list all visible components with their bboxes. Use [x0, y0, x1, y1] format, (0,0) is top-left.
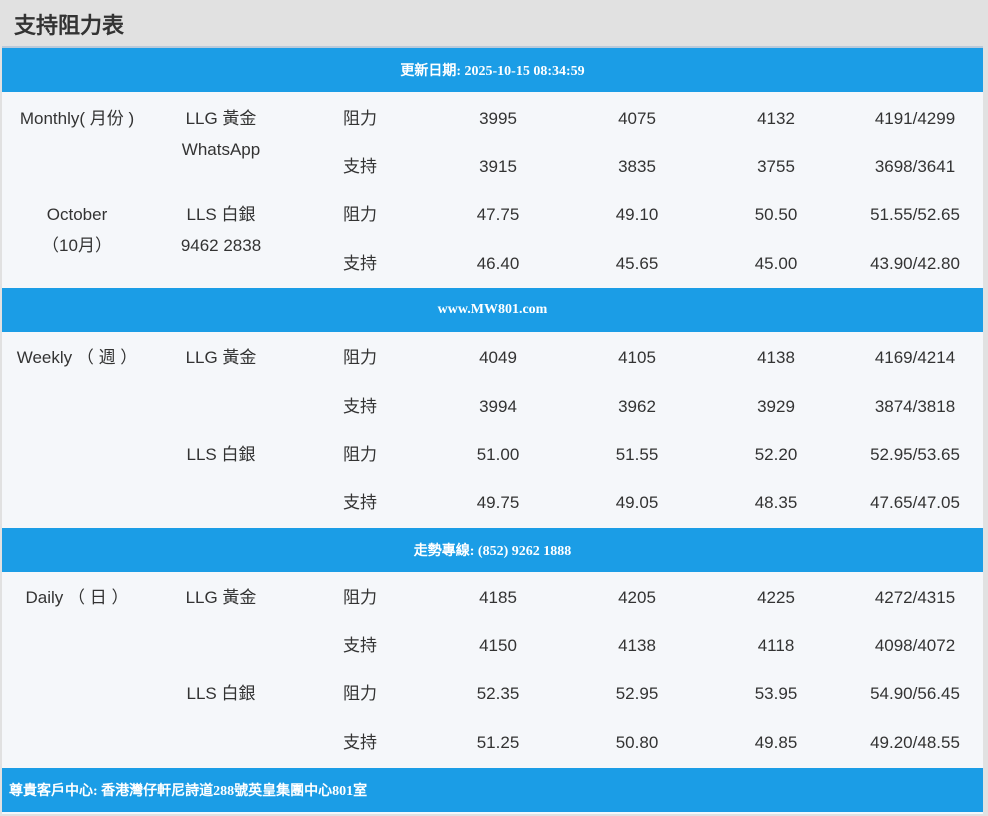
value-cell: 4185 — [479, 588, 517, 607]
level-type-resistance: 阻力 — [343, 348, 377, 367]
value-cell: 4225 — [757, 588, 795, 607]
value-cell: 50.50 — [754, 205, 798, 224]
instrument-silver: LLS 白銀 — [186, 445, 256, 464]
instrument-gold: LLG 黃金 — [185, 109, 257, 128]
page-title: 支持阻力表 — [14, 14, 125, 39]
level-type-support: 支持 — [343, 733, 377, 752]
instrument-silver: LLS 白銀 — [186, 684, 256, 703]
level-type-resistance: 阻力 — [343, 109, 377, 128]
level-type-resistance: 阻力 — [343, 205, 377, 224]
value-cell: 52.95 — [615, 684, 659, 703]
value-cell: 4105 — [618, 348, 656, 367]
value-cell: 4098/4072 — [874, 636, 956, 655]
value-cell: 54.90/56.45 — [870, 684, 960, 703]
whatsapp-label: WhatsApp — [181, 140, 261, 159]
value-cell: 4132 — [757, 109, 795, 128]
value-cell: 43.90/42.80 — [870, 254, 960, 273]
value-cell: 4049 — [479, 348, 517, 367]
update-date-bar: 更新日期: 2025-10-15 08:34:59 — [2, 48, 983, 92]
value-cell: 49.05 — [615, 493, 659, 512]
value-cell: 3698/3641 — [874, 157, 956, 176]
instrument-silver: LLS 白銀 — [186, 205, 256, 224]
value-cell: 3874/3818 — [874, 397, 956, 416]
value-cell: 51.55/52.65 — [870, 205, 960, 224]
level-type-support: 支持 — [343, 157, 377, 176]
value-cell: 47.75 — [476, 205, 520, 224]
value-cell: 49.20/48.55 — [870, 733, 960, 752]
value-cell: 3835 — [618, 157, 656, 176]
level-type-resistance: 阻力 — [343, 445, 377, 464]
value-cell: 49.10 — [615, 205, 659, 224]
value-cell: 51.00 — [476, 445, 520, 464]
value-cell: 48.35 — [754, 493, 798, 512]
level-type-support: 支持 — [343, 493, 377, 512]
period-label-october-cn: （10月） — [42, 236, 112, 255]
value-cell: 4138 — [618, 636, 656, 655]
value-cell: 4138 — [757, 348, 795, 367]
value-cell: 46.40 — [476, 254, 520, 273]
value-cell: 49.85 — [754, 733, 798, 752]
value-cell: 4075 — [618, 109, 656, 128]
value-cell: 3915 — [479, 157, 517, 176]
value-cell: 3929 — [757, 397, 795, 416]
hotline-bar: 走勢專線: (852) 9262 1888 — [2, 528, 983, 572]
value-cell: 51.55 — [615, 445, 659, 464]
value-cell: 52.35 — [476, 684, 520, 703]
value-cell: 47.65/47.05 — [870, 493, 960, 512]
website-bar[interactable]: www.MW801.com — [2, 288, 983, 332]
instrument-gold: LLG 黃金 — [185, 348, 257, 367]
value-cell: 49.75 — [476, 493, 520, 512]
value-cell: 45.00 — [754, 254, 798, 273]
value-cell: 52.20 — [754, 445, 798, 464]
value-cell: 3994 — [479, 397, 517, 416]
level-type-support: 支持 — [343, 254, 377, 273]
value-cell: 4150 — [479, 636, 517, 655]
period-label-weekly: Weekly （ 週 ） — [16, 348, 138, 367]
value-cell: 50.80 — [615, 733, 659, 752]
period-label-october: October — [46, 205, 108, 224]
period-label-daily: Daily （ 日 ） — [25, 588, 129, 607]
value-cell: 51.25 — [476, 733, 520, 752]
value-cell: 4118 — [757, 636, 795, 655]
value-cell: 3962 — [618, 397, 656, 416]
value-cell: 3995 — [479, 109, 517, 128]
value-cell: 45.65 — [615, 254, 659, 273]
address-bar: 尊貴客戶中心: 香港灣仔軒尼詩道288號英皇集團中心801室 — [2, 768, 983, 812]
level-type-resistance: 阻力 — [343, 588, 377, 607]
instrument-gold: LLG 黃金 — [185, 588, 257, 607]
level-type-support: 支持 — [343, 397, 377, 416]
value-cell: 3755 — [757, 157, 795, 176]
value-cell: 4272/4315 — [874, 588, 956, 607]
value-cell: 4205 — [618, 588, 656, 607]
value-cell: 4169/4214 — [874, 348, 956, 367]
value-cell: 53.95 — [754, 684, 798, 703]
value-cell: 52.95/53.65 — [870, 445, 960, 464]
level-type-support: 支持 — [343, 636, 377, 655]
value-cell: 4191/4299 — [874, 109, 956, 128]
whatsapp-number: 9462 2838 — [180, 236, 262, 255]
period-label-monthly: Monthly( 月份 ) — [19, 109, 135, 128]
sr-table-panel: 更新日期: 2025-10-15 08:34:59 Monthly( 月份 ) … — [2, 46, 983, 814]
level-type-resistance: 阻力 — [343, 684, 377, 703]
